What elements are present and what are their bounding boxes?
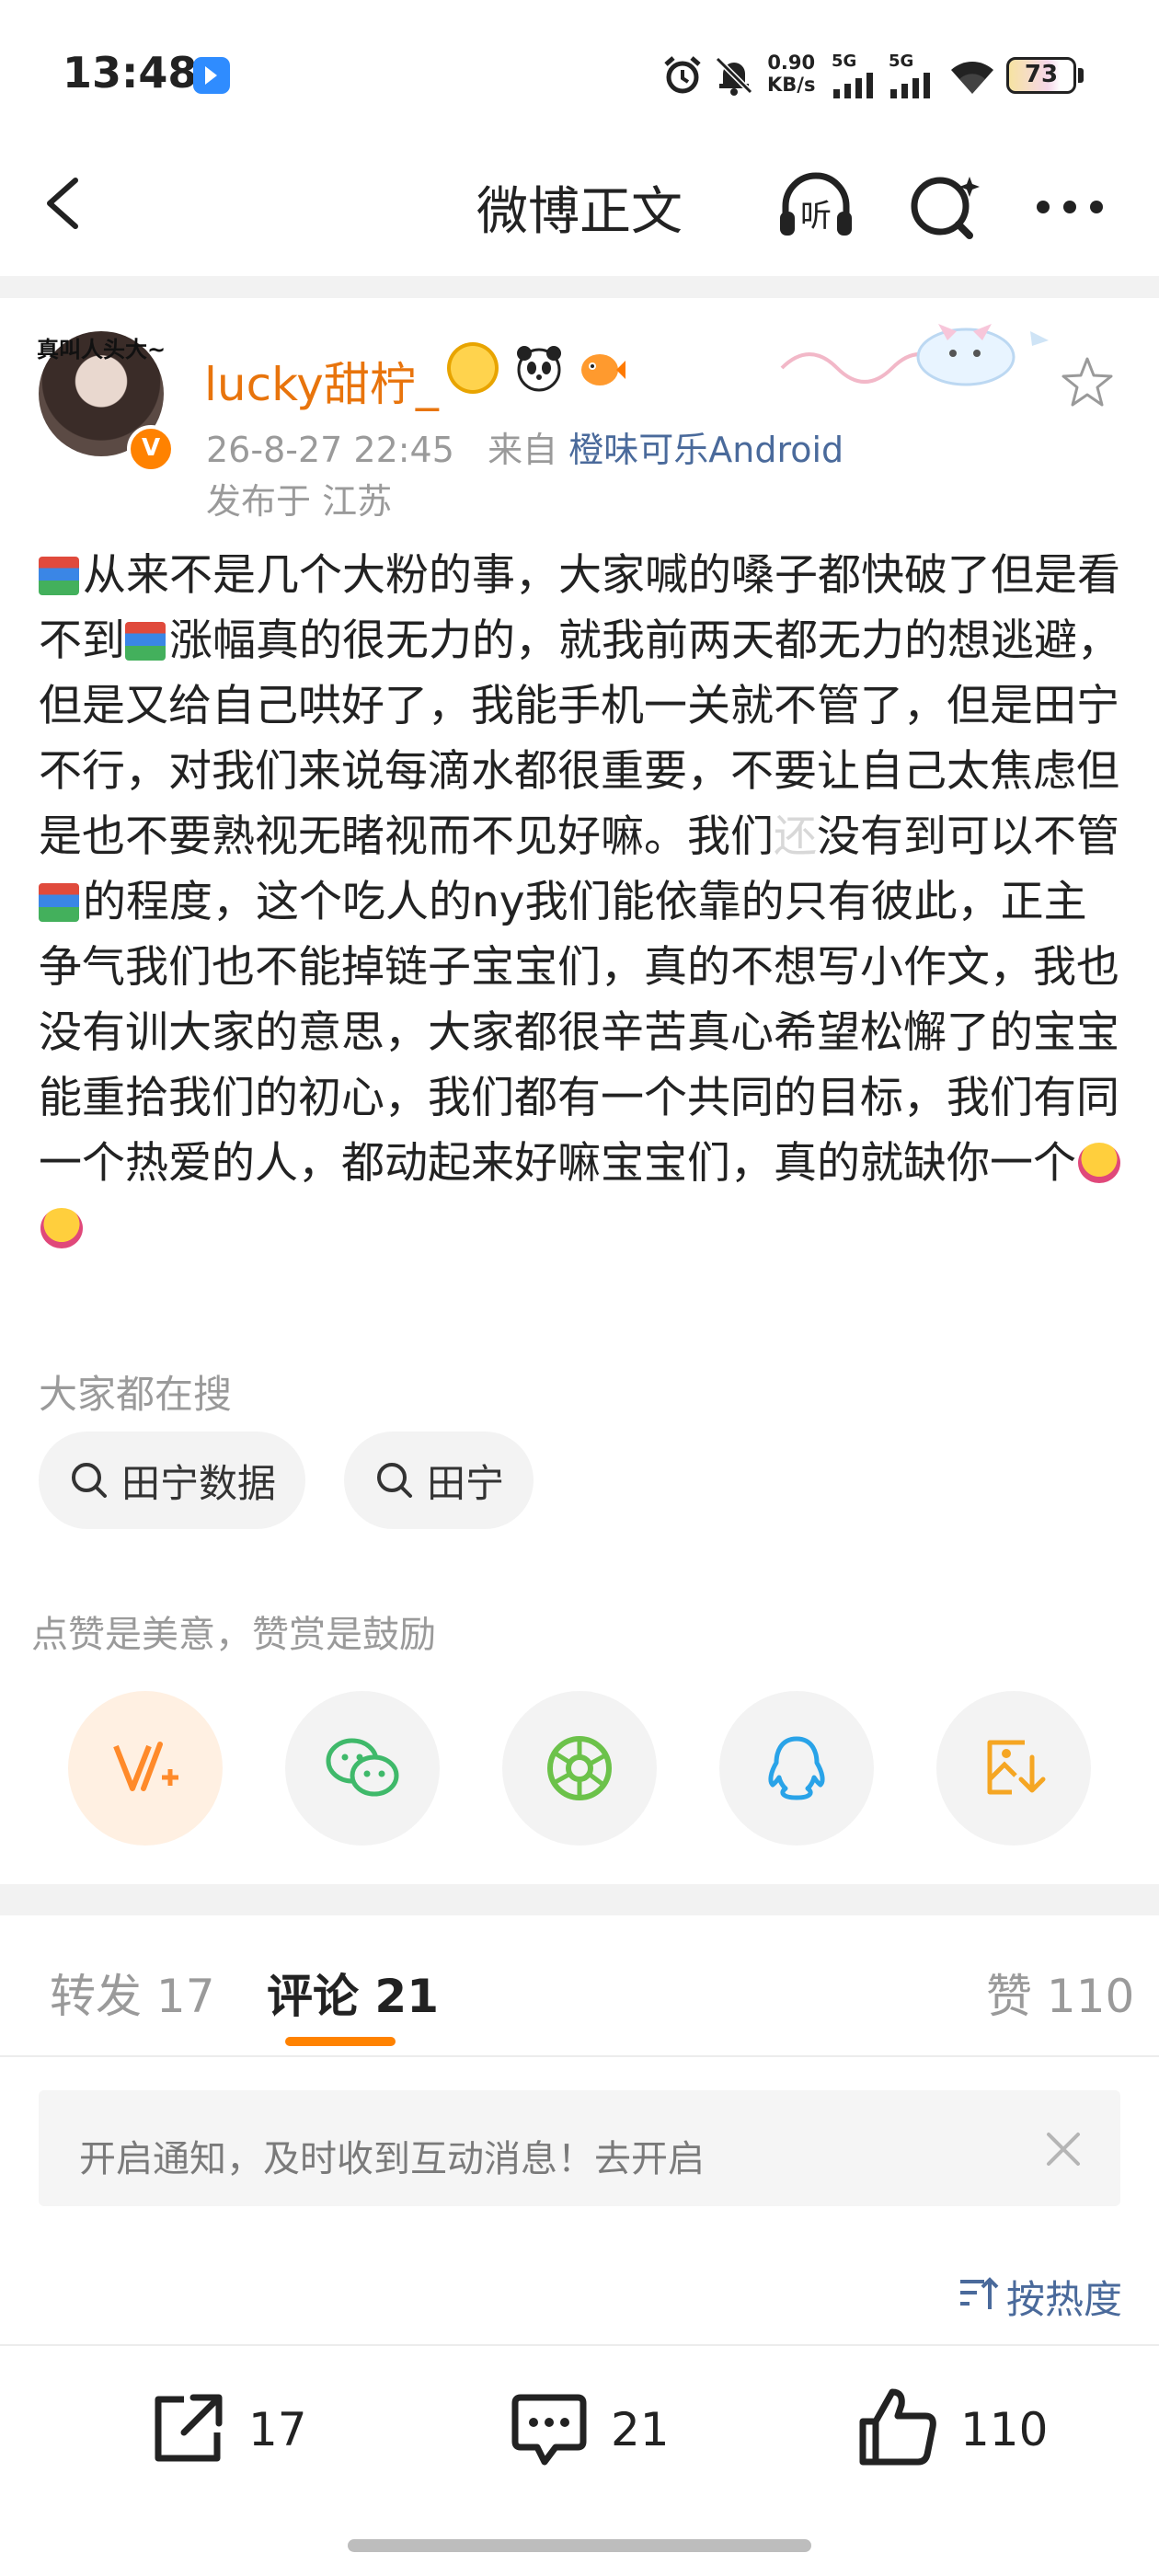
comment-icon[interactable] [508, 2388, 591, 2475]
signal-icon: 5G [832, 52, 876, 102]
favorite-star-icon[interactable] [1058, 353, 1117, 416]
header-divider [0, 276, 1159, 298]
tab-repost[interactable]: 转发 17 [50, 1960, 215, 2026]
tab-divider [0, 2055, 1159, 2057]
share-wechat-button[interactable] [285, 1691, 440, 1846]
post-body-segment: 的程度，这个吃人的ny我们能依靠的只有彼此，正主争气我们也不能掉链子宝宝们，真的… [39, 877, 1119, 1189]
battery-tip [1078, 68, 1084, 83]
username[interactable]: lucky甜柠_ [204, 348, 439, 414]
sort-by-hot[interactable]: 按热度 [1006, 2269, 1122, 2325]
books-emoji-icon [39, 883, 79, 922]
comment-count[interactable]: 21 [611, 2403, 670, 2456]
home-indicator[interactable] [348, 2539, 811, 2552]
moments-icon [547, 1736, 612, 1800]
reward-button[interactable] [68, 1691, 223, 1846]
like-count[interactable]: 110 [960, 2403, 1048, 2456]
source-prefix: 来自 [488, 430, 558, 470]
page-title: 微博正文 [476, 182, 683, 242]
battery-level: 73 [1024, 61, 1059, 88]
reward-icon [113, 1742, 178, 1791]
active-tab-indicator [285, 2037, 396, 2046]
books-emoji-icon [39, 557, 79, 595]
repost-icon[interactable] [147, 2388, 228, 2473]
panda-badge-icon[interactable] [513, 342, 565, 394]
listen-icon[interactable]: 听 [775, 166, 857, 248]
close-icon[interactable] [1043, 2129, 1084, 2173]
search-chip-label: 田宁 [427, 1460, 505, 1506]
search-chip-label: 田宁数据 [121, 1460, 277, 1506]
post-body[interactable]: 从来不是几个大粉的事，大家喊的嗓子都快破了但是看不到 涨幅真的很无力的，就我前两天… [39, 543, 1124, 1261]
post-body-segment: 没有到可以不管 [817, 811, 1119, 862]
action-bar-divider [0, 2344, 1159, 2346]
net-speed: 0.90 KB/s [767, 52, 815, 96]
notification-text[interactable]: 开启通知，及时收到互动消息！去开启 [79, 2129, 705, 2182]
crown-badge-icon[interactable] [447, 342, 499, 394]
search-chip[interactable]: 田宁数据 [39, 1432, 306, 1529]
more-icon[interactable] [1028, 166, 1111, 248]
post-source[interactable]: 橙味可乐Android [568, 430, 843, 470]
reward-note: 点赞是美意，赞赏是鼓励 [31, 1614, 436, 1656]
sort-icon[interactable] [957, 2272, 999, 2318]
post-meta: 26-8-27 22:45 来自 橙味可乐Android [206, 421, 843, 472]
tab-comment[interactable]: 评论 21 [267, 1960, 439, 2026]
fish-badge-icon[interactable] [576, 342, 627, 394]
hug-emoji-icon [1078, 1143, 1120, 1183]
post-time: 26-8-27 22:45 [206, 430, 454, 470]
qq-icon [768, 1736, 825, 1800]
signal-label: 5G [832, 52, 857, 71]
search-chip[interactable]: 田宁 [344, 1432, 534, 1529]
trending-search-title: 大家都在搜 [39, 1372, 233, 1417]
repost-count[interactable]: 17 [248, 2403, 307, 2456]
status-time: 13:48 [63, 48, 198, 98]
share-qq-button[interactable] [719, 1691, 874, 1846]
tab-like[interactable]: 赞 110 [986, 1960, 1134, 2026]
alarm-icon [660, 53, 705, 101]
save-image-button[interactable] [936, 1691, 1091, 1846]
avatar-tag: 真叫人头大~ [37, 337, 166, 362]
net-speed-unit: KB/s [767, 74, 816, 96]
section-divider [0, 1884, 1159, 1915]
signal-label: 5G [889, 52, 914, 71]
app-notification-icon [193, 57, 230, 94]
share-moments-button[interactable] [502, 1691, 657, 1846]
search-icon[interactable] [901, 166, 984, 248]
hug-emoji-icon [40, 1208, 83, 1248]
card-decoration [773, 304, 1067, 396]
search-icon [377, 1463, 412, 1498]
like-icon[interactable] [855, 2385, 940, 2473]
signal-icon: 5G [889, 52, 933, 102]
post-body-faded-char: 还 [774, 811, 817, 862]
books-emoji-icon [125, 622, 166, 661]
post-location: 发布于 江苏 [206, 481, 393, 522]
net-speed-value: 0.90 [767, 52, 816, 74]
battery-icon: 73 [1006, 57, 1076, 94]
verified-badge-icon: V [127, 425, 175, 473]
listen-label: 听 [800, 198, 832, 235]
search-icon [72, 1463, 107, 1498]
wifi-icon [947, 57, 997, 101]
save-image-icon [987, 1740, 1046, 1795]
wechat-icon [326, 1738, 399, 1797]
mute-bell-icon [712, 53, 756, 101]
